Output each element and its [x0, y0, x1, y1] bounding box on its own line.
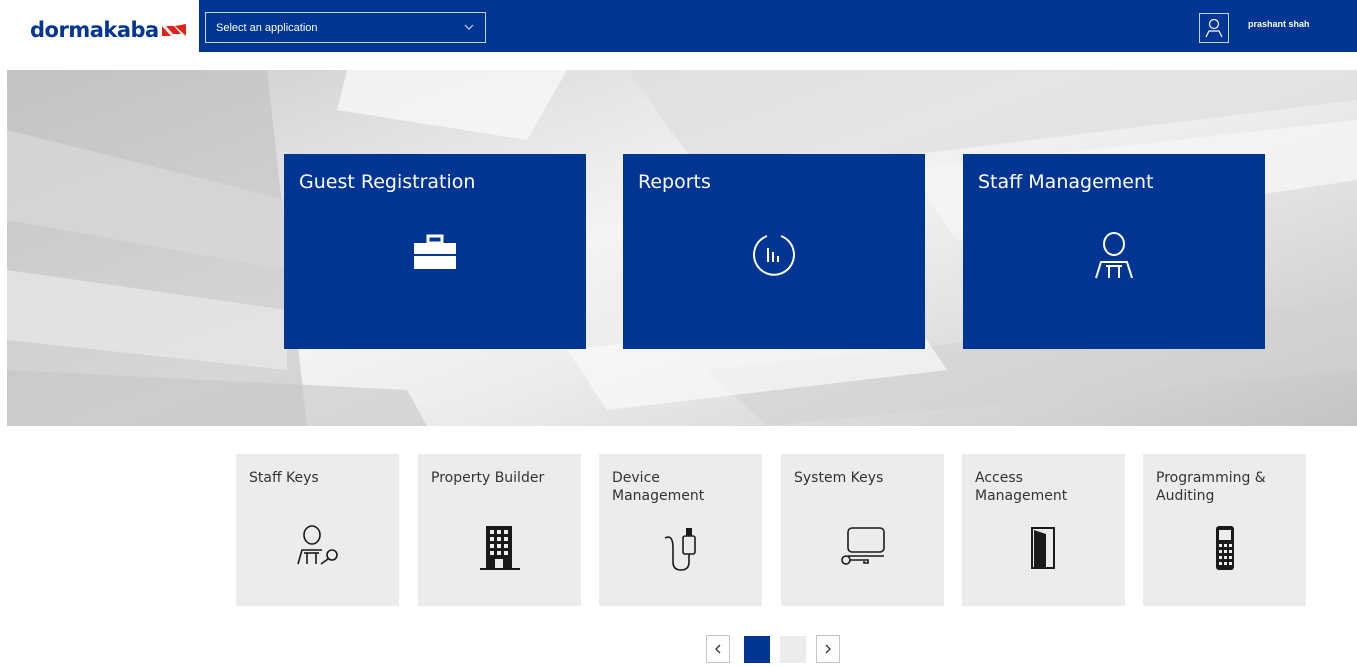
tile-staff-keys[interactable]: Staff Keys: [236, 454, 399, 606]
tile-reports[interactable]: Reports: [623, 154, 925, 349]
tile-property-builder[interactable]: Property Builder: [418, 454, 581, 606]
user-name[interactable]: prashant shah: [1248, 19, 1310, 29]
app-bar: Select an application prashant shah: [199, 0, 1357, 52]
tile-device-management[interactable]: Device Management: [599, 454, 762, 606]
application-select-value: Select an application: [216, 21, 318, 34]
chevron-left-icon: [715, 644, 721, 654]
pager-prev-button[interactable]: [706, 635, 730, 663]
logo[interactable]: dormakaba: [0, 0, 199, 60]
tile-access-management[interactable]: Access Management: [962, 454, 1125, 606]
logo-text: dormakaba: [30, 18, 159, 42]
pager-next-button[interactable]: [816, 635, 840, 663]
staff-person-icon: [1095, 232, 1133, 279]
chevron-right-icon: [825, 644, 831, 654]
tile-label: Guest Registration: [299, 171, 476, 193]
tile-label: Device Management: [612, 470, 705, 504]
tile-staff-management[interactable]: Staff Management: [963, 154, 1265, 349]
staff-key-icon: [296, 525, 338, 565]
usb-device-icon: [664, 528, 696, 571]
briefcase-icon: [414, 234, 456, 269]
tile-system-keys[interactable]: System Keys: [781, 454, 944, 606]
tile-label: Access Management: [975, 470, 1068, 504]
tile-label: Staff Management: [978, 171, 1154, 193]
hero-banner: Guest Registration Reports Staff Managem…: [7, 70, 1357, 426]
logo-mark-icon: [161, 24, 186, 36]
building-icon: [479, 526, 520, 570]
tile-label: Staff Keys: [249, 470, 319, 486]
door-icon: [1030, 527, 1055, 569]
tile-guest-registration[interactable]: Guest Registration: [284, 154, 586, 349]
pager-page-2[interactable]: [780, 636, 806, 663]
top-bar: dormakaba Select an application prashant…: [0, 0, 1357, 60]
chevron-down-icon: [464, 24, 474, 30]
pager-page-1[interactable]: [744, 636, 770, 663]
user-icon: [1205, 18, 1223, 38]
tile-label: Property Builder: [431, 470, 545, 486]
tile-programming-auditing[interactable]: Programming & Auditing: [1143, 454, 1306, 606]
application-select[interactable]: Select an application: [205, 12, 486, 43]
user-avatar[interactable]: [1199, 13, 1229, 43]
tile-label: System Keys: [794, 470, 884, 486]
tile-label: Reports: [638, 171, 711, 193]
report-chart-icon: [753, 235, 795, 276]
system-key-icon: [840, 527, 885, 565]
tile-label: Programming & Auditing: [1156, 470, 1266, 504]
programmer-device-icon: [1215, 526, 1234, 570]
